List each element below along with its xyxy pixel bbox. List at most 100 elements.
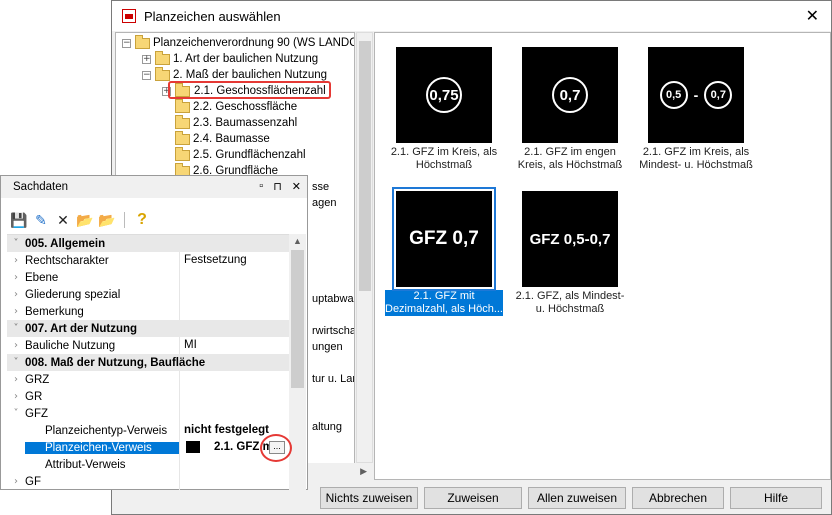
collapse-icon[interactable]: − [122,38,131,48]
property-value[interactable] [179,456,289,473]
property-value[interactable] [179,473,289,490]
symbol-tile-gfz-kreis-min-max[interactable]: 0,5 - 0,7 2.1. GFZ im Kreis, als Mindest… [637,47,755,172]
property-row[interactable]: › GRZ [7,371,289,388]
property-scrollbar[interactable]: ▲ [289,234,306,490]
scroll-up-icon[interactable]: ▲ [293,236,302,246]
property-category[interactable]: ˅ 007. Art der Nutzung [7,320,289,337]
close-icon[interactable]: ✕ [806,6,819,26]
scroll-thumb[interactable] [359,41,371,291]
folder-icon [175,98,190,113]
symbol-tile-gfz-dezimal[interactable]: GFZ 0,7 2.1. GFZ mit Dezimalzahl, als Hö… [385,187,503,316]
collapse-icon[interactable]: − [142,70,151,80]
property-row[interactable]: › Bemerkung [7,303,289,320]
chevron-right-icon[interactable]: › [7,374,25,385]
ellipsis-button[interactable]: ... [269,441,285,454]
property-row[interactable]: Attribut-Verweis [7,456,289,473]
property-value[interactable] [179,303,289,320]
sachdaten-panel: Sachdaten ▫ ⊓ ✕ 💾 ✎ ✕ 📂 📂 ? ˅ 005. Allgem… [0,175,308,490]
property-name: Rechtscharakter [25,254,109,267]
property-value[interactable]: MI [179,337,289,354]
tree-item-grundflaechenzahl[interactable]: 2.5. Grundflächenzahl [175,146,306,163]
property-name: Planzeichen-Verweis [25,441,179,454]
property-row[interactable]: › Bauliche Nutzung MI [7,337,289,354]
tree-vertical-scrollbar[interactable] [356,32,373,463]
property-name: Bemerkung [25,305,84,318]
hilfe-button[interactable]: Hilfe [730,487,822,509]
tree-fragment: agen [312,197,337,209]
help-icon[interactable]: ? [134,211,150,228]
tree-item-baumassenzahl[interactable]: 2.3. Baumassenzahl [175,114,297,131]
chevron-right-icon[interactable]: › [7,289,25,300]
delete-icon[interactable]: ✕ [55,212,71,228]
tree-item-art-nutzung[interactable]: + 1. Art der baulichen Nutzung [142,50,318,67]
allen-zuweisen-button[interactable]: Allen zuweisen [528,487,626,509]
symbol-circle: 0,5 [659,81,688,109]
property-row[interactable]: Planzeichentyp-Verweis nicht festgelegt [7,422,289,439]
property-value[interactable]: Festsetzung [179,252,289,269]
chevron-right-icon[interactable]: › [7,340,25,351]
symbol-tile-gfz-enger-kreis[interactable]: 0,7 2.1. GFZ im engen Kreis, als Höchstm… [511,47,629,172]
chevron-right-icon[interactable]: › [7,272,25,283]
toolbar-separator [124,212,125,228]
tree-item-geschossflaeche[interactable]: 2.2. Geschossfläche [175,98,297,115]
abbrechen-button[interactable]: Abbrechen [632,487,724,509]
close-icon[interactable]: ✕ [292,180,301,193]
panel-toolbar: 💾 ✎ ✕ 📂 📂 ? [1,208,307,232]
property-value[interactable]: nicht festgelegt [179,422,289,439]
tree-item-root[interactable]: − Planzeichenverordnung 90 (WS LANDCAD) [122,34,354,51]
save-icon[interactable]: 💾 [10,212,27,228]
symbol-thumbnail: GFZ 0,7 [392,187,496,291]
folder-icon[interactable]: 📂 [76,212,93,228]
property-value[interactable] [179,286,289,303]
property-name: Bauliche Nutzung [25,339,116,352]
property-name: GRZ [25,373,50,386]
chevron-right-icon[interactable]: › [7,255,25,266]
property-row[interactable]: Planzeichen-Verweis 2.1. GFZ m [7,439,289,456]
panel-title: Sachdaten [13,181,68,193]
property-category[interactable]: ˅ 005. Allgemein [7,235,289,252]
property-value-text: 2.1. GFZ m [214,441,273,453]
chevron-down-icon[interactable]: ˅ [7,323,25,334]
panel-header: Sachdaten ▫ ⊓ ✕ [1,176,307,198]
nichts-zuweisen-button[interactable]: Nichts zuweisen [320,487,418,509]
float-icon[interactable]: ▫ [259,180,263,193]
property-row[interactable]: › GR [7,388,289,405]
pin-icon[interactable]: ⊓ [273,180,282,193]
property-value[interactable] [179,269,289,286]
property-row[interactable]: ˅ GFZ [7,405,289,422]
chevron-right-icon[interactable]: › [7,391,25,402]
property-row[interactable]: › Rechtscharakter Festsetzung [7,252,289,269]
tree-item-label: 2.1. Geschossflächenzahl [193,85,327,97]
property-name: 008. Maß der Nutzung, Baufläche [25,356,206,369]
chevron-right-icon[interactable]: › [7,476,25,487]
edit-icon[interactable]: ✎ [33,212,49,228]
property-value[interactable] [179,371,289,388]
chevron-down-icon[interactable]: ˅ [7,408,25,419]
property-row[interactable]: › GF [7,473,289,490]
chevron-down-icon[interactable]: ˅ [7,357,25,368]
property-value[interactable] [179,405,289,422]
property-name: Ebene [25,271,59,284]
property-name: GFZ [25,407,48,420]
chevron-right-icon[interactable]: › [7,306,25,317]
property-row[interactable]: › Ebene [7,269,289,286]
scroll-right-icon[interactable]: ▶ [360,466,367,477]
symbol-tile-gfz-kreis[interactable]: 0,75 2.1. GFZ im Kreis, als Höchstmaß [385,47,503,172]
tree-item-baumasse[interactable]: 2.4. Baumasse [175,130,270,147]
zuweisen-button[interactable]: Zuweisen [424,487,522,509]
property-category[interactable]: ˅ 008. Maß der Nutzung, Baufläche [7,354,289,371]
property-name: GR [25,390,43,403]
tree-item-geschossflaechenzahl[interactable]: + 2.1. Geschossflächenzahl [162,82,327,99]
symbol-tile-gfz-min-max[interactable]: GFZ 0,5-0,7 2.1. GFZ, als Mindest- u. Hö… [511,191,629,316]
tree-item-mass-nutzung[interactable]: − 2. Maß der baulichen Nutzung [142,66,327,83]
chevron-down-icon[interactable]: ˅ [7,238,25,249]
expand-icon[interactable]: + [142,54,151,64]
expand-icon[interactable]: + [162,86,171,96]
property-value[interactable] [179,388,289,405]
scroll-thumb[interactable] [291,250,304,388]
folder-open-icon[interactable]: 📂 [98,212,115,228]
property-name: Gliederung spezial [25,288,121,301]
property-grid: ˅ 005. Allgemein › Rechtscharakter Festsetzu… [7,234,289,490]
property-row[interactable]: › Gliederung spezial [7,286,289,303]
folder-icon [175,114,190,129]
